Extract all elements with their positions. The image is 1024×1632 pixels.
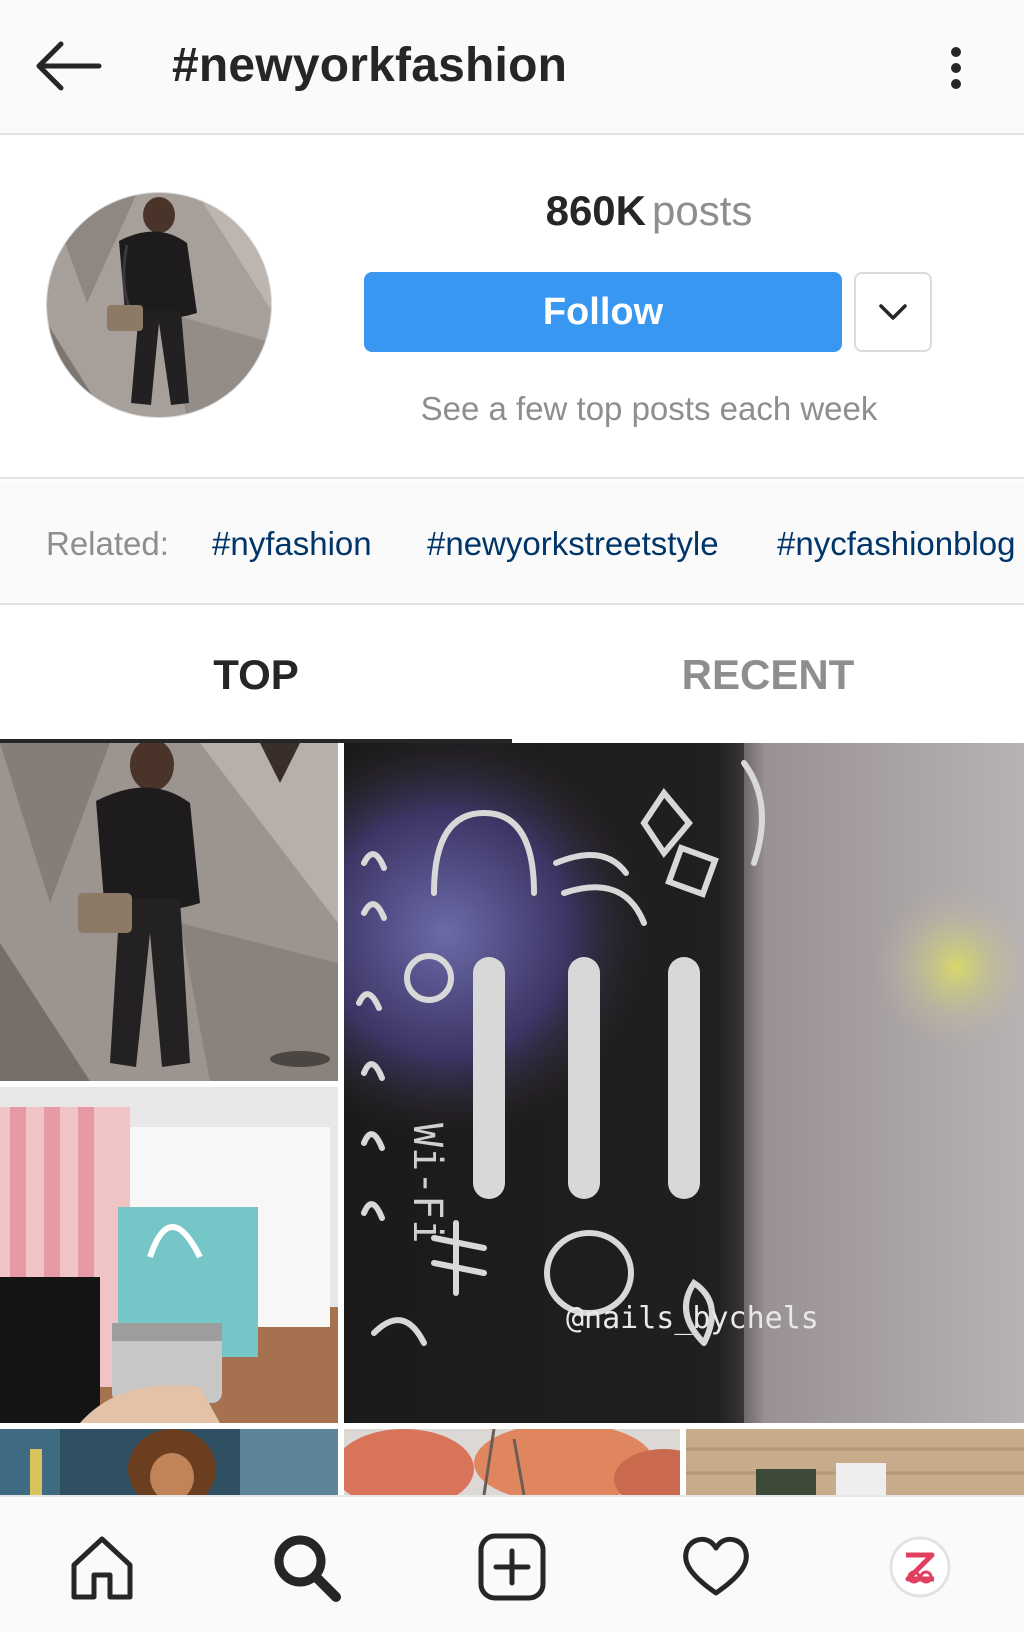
more-vertical-icon — [951, 47, 961, 89]
nav-new-post[interactable] — [470, 1525, 554, 1609]
feed-tabs: TOP RECENT — [0, 607, 1024, 743]
svg-text:Wi-Fi: Wi-Fi — [404, 1123, 450, 1243]
post-thumbnail[interactable] — [0, 743, 338, 1081]
related-label: Related: — [46, 525, 169, 562]
profile-avatar-icon — [889, 1536, 951, 1598]
hashtag-header: 860K posts Follow See a few top posts eac… — [0, 137, 1024, 479]
search-icon — [274, 1535, 341, 1602]
posts-label: posts — [652, 187, 753, 234]
top-bar: #newyorkfashion — [0, 0, 1024, 135]
related-hashtags-bar: Related: #nyfashion #newyorkstreetstyle … — [0, 481, 1024, 605]
tab-top[interactable]: TOP — [0, 607, 512, 743]
nav-activity[interactable] — [674, 1525, 758, 1609]
more-options-button[interactable] — [930, 36, 982, 100]
heart-icon — [683, 1536, 749, 1596]
follow-hint: See a few top posts each week — [420, 390, 878, 427]
video-watermark: @nails_bychels — [566, 1301, 819, 1336]
nav-profile[interactable] — [878, 1525, 962, 1609]
hashtag-avatar — [46, 192, 272, 418]
posts-count-line: 860K posts — [364, 187, 934, 235]
post-thumbnail[interactable] — [344, 1429, 680, 1495]
post-grid: Wi-Fi @nails_bychels — [0, 743, 1024, 1495]
chevron-down-icon — [879, 304, 907, 320]
posts-count: 860K — [545, 187, 646, 234]
nav-search[interactable] — [264, 1525, 348, 1609]
back-button[interactable] — [28, 34, 108, 98]
follow-options-button[interactable] — [854, 272, 932, 352]
bottom-navigation — [0, 1495, 1024, 1632]
post-thumbnail[interactable] — [0, 1429, 338, 1495]
nav-home[interactable] — [60, 1525, 144, 1609]
post-thumbnail[interactable] — [0, 1087, 338, 1423]
post-thumbnail-large[interactable]: Wi-Fi @nails_bychels — [344, 743, 1024, 1423]
home-icon — [71, 1536, 133, 1600]
related-tag[interactable]: #nyfashion — [212, 525, 372, 563]
page-title: #newyorkfashion — [172, 39, 568, 92]
follow-button[interactable]: Follow — [364, 272, 842, 352]
post-thumbnail[interactable] — [686, 1429, 1024, 1495]
related-tag[interactable]: #nycfashionblog — [777, 525, 1016, 563]
related-tag[interactable]: #newyorkstreetstyle — [427, 525, 719, 563]
arrow-left-icon — [36, 41, 102, 91]
tab-recent[interactable]: RECENT — [512, 607, 1024, 743]
add-post-icon — [478, 1533, 546, 1601]
